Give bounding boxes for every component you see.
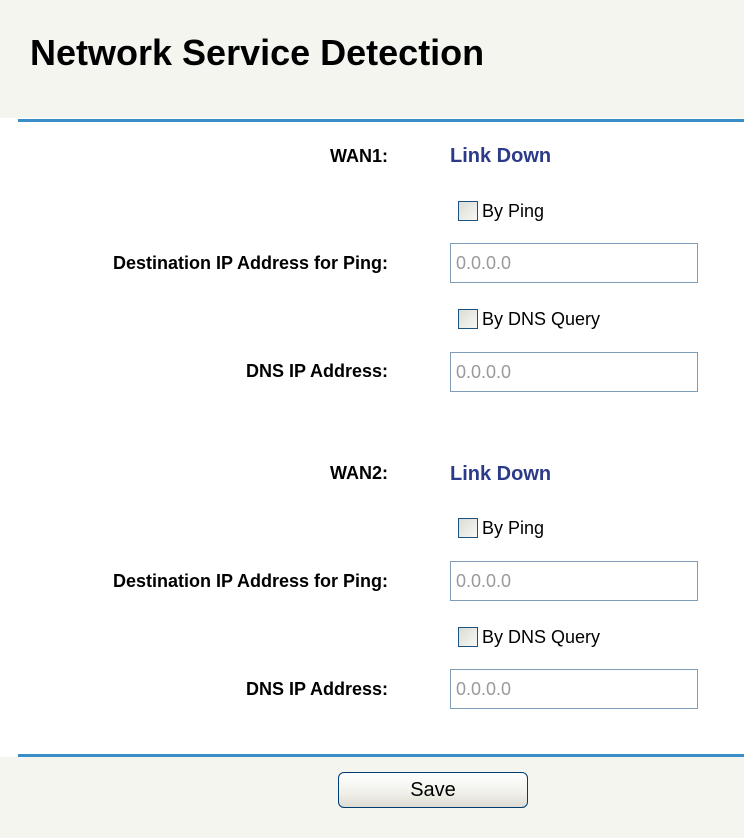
wan1-label: WAN1:	[330, 146, 388, 166]
checkbox-box[interactable]	[458, 201, 478, 221]
wan1-ping-ip-input[interactable]	[450, 243, 698, 283]
checkbox-box[interactable]	[458, 309, 478, 329]
wan1-dns-ip-label: DNS IP Address:	[245, 361, 388, 381]
wan2-by-ping-label: By Ping	[482, 517, 545, 538]
wan2-ping-ip-label: Destination IP Address for Ping:	[112, 571, 388, 591]
checkbox-box[interactable]	[458, 627, 478, 647]
wan1-by-ping-checkbox[interactable]: By Ping	[458, 199, 544, 223]
wan1-by-dns-label: By DNS Query	[482, 308, 601, 329]
wan2-label: WAN2:	[330, 463, 388, 483]
wan1-by-dns-checkbox[interactable]: By DNS Query	[458, 307, 600, 331]
page-title: Network Service Detection	[30, 32, 485, 73]
wan1-status: Link Down	[450, 145, 552, 167]
save-button[interactable]: Save	[338, 772, 528, 808]
wan1-dns-ip-input[interactable]	[450, 352, 698, 392]
wan2-by-dns-checkbox[interactable]: By DNS Query	[458, 625, 600, 649]
wan2-dns-ip-input[interactable]	[450, 669, 698, 709]
wan2-status: Link Down	[450, 463, 552, 485]
wan2-by-ping-checkbox[interactable]: By Ping	[458, 516, 544, 540]
wan2-by-dns-label: By DNS Query	[482, 626, 601, 647]
wan2-ping-ip-input[interactable]	[450, 561, 698, 601]
wan1-by-ping-label: By Ping	[482, 200, 545, 221]
top-divider	[18, 119, 744, 122]
wan2-dns-ip-label: DNS IP Address:	[245, 679, 388, 699]
checkbox-box[interactable]	[458, 518, 478, 538]
wan1-ping-ip-label: Destination IP Address for Ping:	[112, 253, 388, 273]
